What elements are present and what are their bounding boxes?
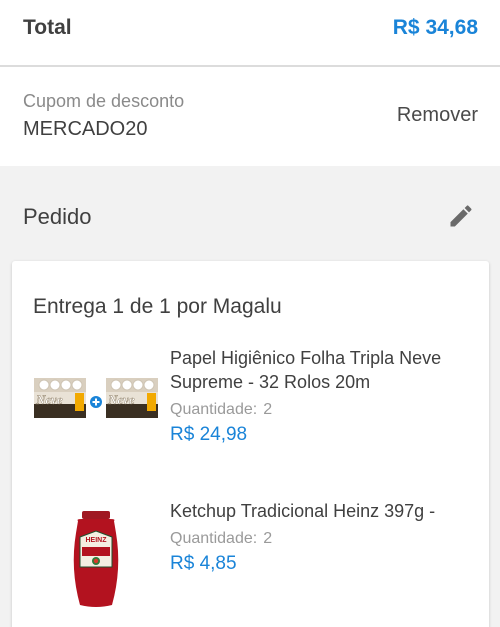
order-title: Pedido	[23, 204, 92, 229]
item-quantity: Quantidade: 2	[170, 530, 272, 548]
delivery-card: Entrega 1 de 1 por Magalu Neve Neve Pape…	[12, 261, 489, 627]
item-price: R$ 4,85	[170, 553, 237, 574]
delivery-title: Entrega 1 de 1 por Magalu	[33, 295, 282, 318]
order-header: Pedido	[0, 166, 500, 260]
bottle-brand-text: HEINZ	[86, 537, 108, 544]
total-section: Total R$ 34,68	[0, 0, 500, 65]
coupon-section: Cupom de desconto MERCADO20 Remover	[0, 67, 500, 166]
toilet-paper-pack-image: Neve Neve	[34, 378, 158, 418]
brand-text-right: Neve	[107, 392, 135, 407]
quantity-label: Quantidade:	[170, 401, 258, 418]
item-quantity: Quantidade: 2	[170, 401, 272, 419]
quantity-value: 2	[263, 401, 273, 418]
item-price: R$ 24,98	[170, 424, 248, 445]
checkout-page: Total R$ 34,68 Cupom de desconto MERCADO…	[0, 0, 500, 627]
item-name: Papel Higiênico Folha Tripla Neve Suprem…	[170, 348, 442, 392]
quantity-value: 2	[263, 530, 273, 547]
remove-coupon-button[interactable]: Remover	[397, 104, 478, 127]
coupon-code: MERCADO20	[23, 118, 148, 140]
order-item[interactable]: HEINZ Ketchup Tradicional Heinz 397g - Q…	[12, 499, 489, 609]
item-name: Ketchup Tradicional Heinz 397g -	[170, 501, 436, 521]
pencil-icon[interactable]	[447, 202, 475, 230]
ketchup-bottle-image: HEINZ	[73, 511, 119, 607]
order-item[interactable]: Neve Neve Papel Higiênico Folha Tripla N…	[12, 346, 489, 456]
brand-text-left: Neve	[35, 392, 63, 407]
total-label: Total	[23, 16, 72, 39]
coupon-label: Cupom de desconto	[23, 91, 185, 111]
total-value: R$ 34,68	[392, 16, 478, 39]
quantity-label: Quantidade:	[170, 530, 258, 547]
